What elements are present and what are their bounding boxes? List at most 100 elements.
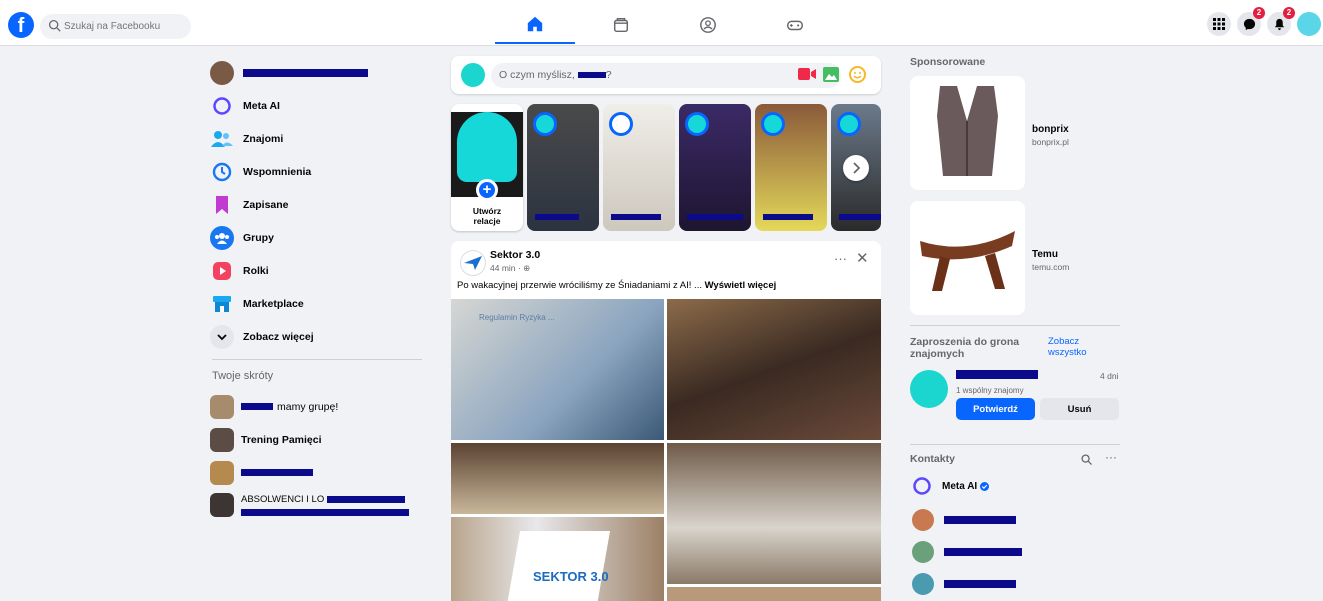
- divider: [910, 444, 1120, 445]
- story-card[interactable]: [679, 104, 751, 231]
- add-story-icon: +: [476, 179, 498, 201]
- redacted-name: [611, 214, 661, 220]
- contacts-title: Kontakty: [910, 453, 955, 465]
- post-photo-extra[interactable]: [667, 587, 881, 601]
- search-box[interactable]: [40, 14, 191, 39]
- marketplace-icon: [210, 292, 234, 316]
- profile-avatar-button[interactable]: [1297, 12, 1321, 36]
- contacts-section: Kontakty ··· Meta AI: [910, 450, 1120, 601]
- sidebar-item-memories[interactable]: Wspomnienia: [210, 155, 425, 188]
- shortcut-item[interactable]: ABSOLWENCI I LO: [210, 489, 425, 525]
- globe-icon: ⊕: [523, 263, 531, 273]
- sidebar-item-meta-ai[interactable]: Meta AI: [210, 89, 425, 122]
- create-story-line1: Utwórz: [472, 206, 502, 216]
- messenger-icon: [1243, 18, 1255, 30]
- sidebar-item-profile[interactable]: [210, 56, 425, 89]
- more-options-icon[interactable]: ···: [1105, 450, 1117, 464]
- contact-item[interactable]: [912, 573, 1016, 595]
- story-avatar: [761, 112, 785, 136]
- shortcut-thumbnail: [210, 493, 234, 517]
- mutual-friends: 1 wspólny znajomy: [956, 386, 1024, 395]
- sidebar-item-saved[interactable]: Zapisane: [210, 188, 425, 221]
- sidebar-item-groups[interactable]: Grupy: [210, 221, 425, 254]
- marketplace-icon: [613, 17, 629, 33]
- create-story-line2: relacje: [473, 216, 501, 226]
- stories-tray: + Utwórz relacje: [451, 104, 881, 232]
- stories-next-button[interactable]: [843, 155, 869, 181]
- ad-url: temu.com: [1032, 262, 1070, 272]
- contact-item[interactable]: Meta AI: [912, 476, 990, 496]
- chevron-right-icon: [853, 162, 860, 174]
- composer-input[interactable]: O czym myślisz, ?: [491, 63, 841, 88]
- tab-groups[interactable]: [668, 6, 748, 44]
- story-avatar: [533, 112, 557, 136]
- live-video-icon[interactable]: [798, 67, 816, 81]
- shortcut-item[interactable]: [210, 456, 425, 489]
- sidebar-item-reels[interactable]: Rolki: [210, 254, 425, 287]
- shortcut-thumbnail: [210, 394, 234, 419]
- chevron-down-icon: [210, 324, 234, 349]
- create-story-card[interactable]: + Utwórz relacje: [451, 104, 523, 231]
- tab-gaming[interactable]: [755, 6, 835, 44]
- messenger-button[interactable]: 2: [1237, 7, 1265, 36]
- more-options-icon[interactable]: ···: [834, 251, 847, 266]
- ad-title: Temu: [1032, 249, 1058, 260]
- shortcut-thumbnail: [210, 460, 234, 485]
- post-photo-speaker[interactable]: [667, 299, 881, 440]
- see-more-link[interactable]: Wyświetl więcej: [705, 280, 777, 291]
- redacted-name: [944, 580, 1016, 588]
- sponsored-ad-bonprix[interactable]: bonprix bonprix.pl: [910, 76, 1120, 201]
- contact-item[interactable]: [912, 541, 1022, 563]
- story-card[interactable]: [755, 104, 827, 231]
- redacted-name: [956, 370, 1038, 379]
- shortcut-item[interactable]: mamy grupę!: [210, 390, 425, 423]
- verified-badge-icon: [980, 481, 990, 491]
- sponsored-ad-temu[interactable]: Temu temu.com: [910, 201, 1120, 321]
- contact-item[interactable]: [912, 509, 1016, 531]
- search-input[interactable]: [64, 14, 186, 39]
- post-photo-laptops[interactable]: [667, 443, 881, 584]
- shortcut-text-block: ABSOLWENCI I LO: [241, 493, 409, 517]
- shortcut-item[interactable]: Trening Pamięci: [210, 423, 425, 456]
- post-time: 44 min ·: [490, 263, 521, 273]
- photo-video-icon[interactable]: [823, 67, 839, 82]
- confirm-button[interactable]: Potwierdź: [956, 398, 1035, 420]
- tab-home[interactable]: [495, 6, 575, 44]
- redacted-text: [327, 495, 406, 503]
- sidebar-item-label: Wspomnienia: [243, 165, 312, 178]
- tab-marketplace[interactable]: [581, 6, 661, 44]
- avatar: [210, 60, 234, 85]
- composer-placeholder: O czym myślisz,: [499, 69, 575, 81]
- sidebar-item-marketplace[interactable]: Marketplace: [210, 287, 425, 320]
- story-card[interactable]: [603, 104, 675, 231]
- banner-text: SEKTOR 3.0: [533, 569, 609, 584]
- shortcut-label: Trening Pamięci: [241, 433, 322, 446]
- avatar[interactable]: [910, 370, 948, 408]
- notifications-button[interactable]: 2: [1267, 7, 1295, 36]
- delete-button[interactable]: Usuń: [1040, 398, 1119, 420]
- post-photo-banner[interactable]: SEKTOR 3.0: [451, 517, 664, 601]
- request-time: 4 dni: [1100, 371, 1119, 381]
- redacted-text: [241, 469, 313, 476]
- post-photo-slide[interactable]: Regulamin Ryzyka ...: [451, 299, 664, 440]
- story-card[interactable]: [527, 104, 599, 231]
- redacted-name: [577, 72, 606, 79]
- menu-button[interactable]: [1207, 12, 1231, 36]
- friends-icon: [210, 127, 234, 151]
- slide-title: Regulamin Ryzyka ...: [479, 313, 555, 322]
- sidebar-item-friends[interactable]: Znajomi: [210, 122, 425, 155]
- friend-requests-section: Zaproszenia do grona znajomych Zobacz ws…: [910, 336, 1120, 444]
- page-avatar[interactable]: [460, 250, 486, 276]
- post-author[interactable]: Sektor 3.0: [490, 249, 540, 261]
- facebook-logo[interactable]: f: [8, 12, 34, 38]
- feeling-icon[interactable]: [849, 66, 866, 83]
- post-photo-grid[interactable]: Regulamin Ryzyka ... SEKTOR 3.0: [451, 299, 881, 601]
- shortcut-label: mamy grupę!: [277, 400, 339, 413]
- see-all-link[interactable]: Zobacz wszystko: [1048, 336, 1120, 358]
- post-photo-audience[interactable]: [451, 443, 664, 514]
- news-feed: O czym myślisz, ? + Utwórz relacje Sekto…: [451, 56, 881, 601]
- sidebar-item-see-more[interactable]: Zobacz więcej: [210, 320, 425, 353]
- search-icon[interactable]: [1081, 454, 1092, 465]
- redacted-name: [763, 214, 813, 220]
- close-icon[interactable]: ✕: [856, 249, 869, 267]
